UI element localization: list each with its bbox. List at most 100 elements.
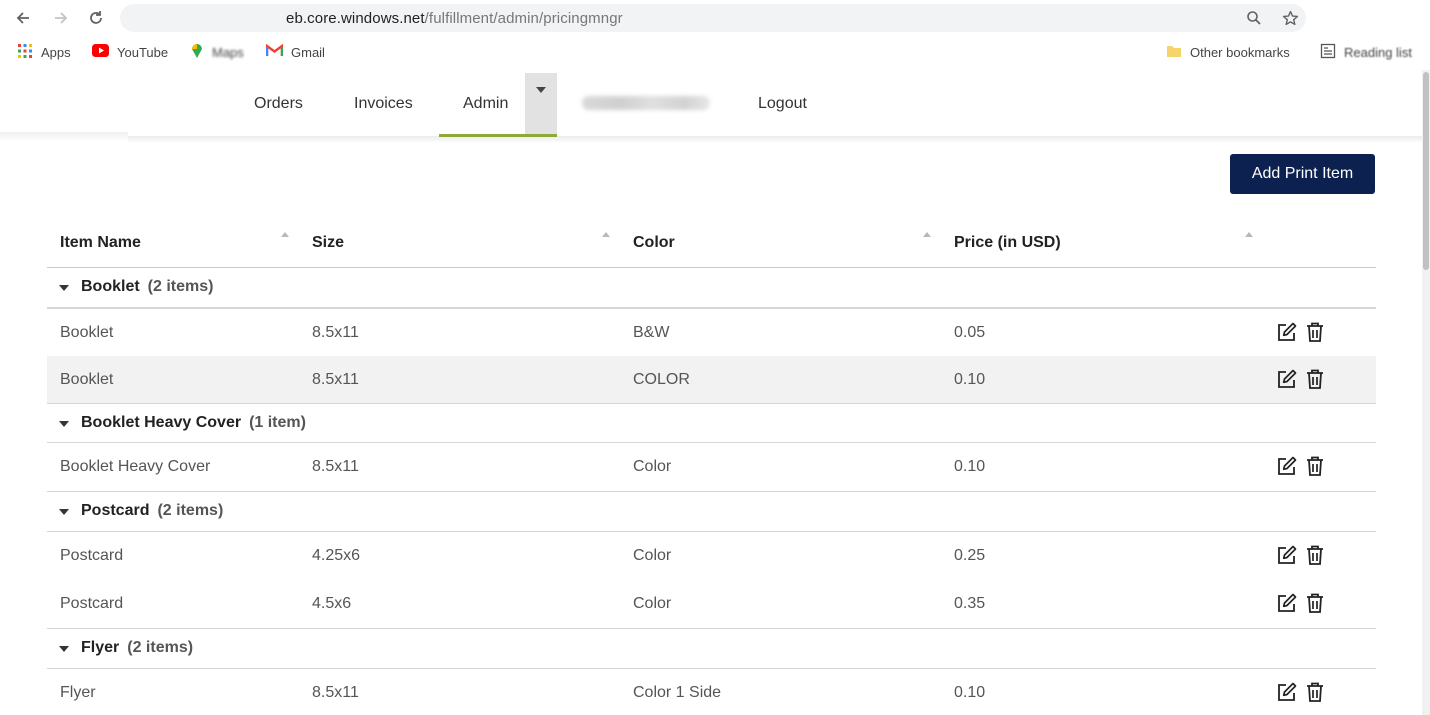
admin-dropdown-toggle[interactable] [525, 73, 557, 134]
pricing-grid: Item Name Size Color Price (in USD) Book… [47, 220, 1376, 715]
edit-icon[interactable] [1276, 592, 1298, 614]
star-icon[interactable] [1278, 6, 1302, 30]
nav-logout[interactable]: Logout [758, 95, 807, 113]
cell-price: 0.10 [954, 684, 986, 701]
trash-icon[interactable] [1304, 321, 1326, 343]
table-row[interactable]: Flyer 8.5x11 Color 1 Side 0.10 [47, 669, 1376, 715]
cell-size: 8.5x11 [312, 324, 359, 341]
group-count: (1 item) [249, 414, 306, 431]
column-header-color[interactable]: Color [633, 234, 675, 252]
forward-arrow-icon[interactable] [48, 5, 74, 31]
browser-toolbar: eb.core.windows.net/fulfillment/admin/pr… [0, 0, 1430, 36]
group-count: (2 items) [147, 278, 214, 295]
other-bookmarks-label: Other bookmarks [1190, 44, 1290, 60]
reload-icon[interactable] [83, 5, 109, 31]
cell-size: 8.5x11 [312, 458, 359, 475]
bookmark-youtube[interactable]: YouTube [92, 43, 168, 61]
collapse-caret-icon[interactable] [59, 285, 69, 291]
cell-item-name: Flyer [60, 684, 96, 701]
reading-list[interactable]: Reading list [1320, 43, 1412, 61]
column-header-item-name[interactable]: Item Name [60, 234, 141, 252]
scrollbar[interactable] [1422, 70, 1430, 715]
group-name: Booklet [81, 278, 140, 295]
group-label: Postcard (2 items) [81, 502, 223, 520]
edit-icon[interactable] [1276, 544, 1298, 566]
group-row: Flyer (2 items) [47, 629, 1376, 669]
user-name-redacted[interactable] [582, 96, 710, 110]
edit-icon[interactable] [1276, 681, 1298, 703]
nav-invoices[interactable]: Invoices [354, 95, 413, 113]
zoom-icon[interactable] [1242, 6, 1266, 30]
bookmarks-bar: Apps YouTube Maps Gmail Other bookmarks … [0, 36, 1430, 66]
group-label: Booklet (2 items) [81, 278, 213, 296]
other-bookmarks[interactable]: Other bookmarks [1166, 43, 1290, 61]
table-row[interactable]: Postcard 4.25x6 Color 0.25 [47, 532, 1376, 580]
cell-color: Color 1 Side [633, 684, 722, 701]
url-host: eb.core.windows.net [286, 10, 425, 27]
group-name: Booklet Heavy Cover [81, 414, 242, 431]
nav-orders[interactable]: Orders [254, 95, 303, 113]
group-count: (2 items) [127, 639, 194, 656]
nav-admin[interactable]: Admin [463, 95, 508, 113]
cell-color: B&W [633, 324, 670, 341]
sort-arrow-icon[interactable] [923, 232, 931, 237]
bookmark-label: YouTube [117, 44, 169, 60]
edit-icon[interactable] [1276, 321, 1298, 343]
cell-item-name: Booklet Heavy Cover [60, 458, 211, 475]
trash-icon[interactable] [1304, 544, 1326, 566]
table-header: Item Name Size Color Price (in USD) [47, 220, 1376, 268]
edit-icon[interactable] [1276, 455, 1298, 477]
address-bar[interactable]: eb.core.windows.net/fulfillment/admin/pr… [120, 4, 1306, 32]
trash-icon[interactable] [1304, 455, 1326, 477]
cell-size: 8.5x11 [312, 371, 359, 388]
header-shadow-left [0, 132, 128, 142]
sort-arrow-icon[interactable] [1245, 232, 1253, 237]
gmail-icon [265, 43, 284, 60]
cell-price: 0.05 [954, 324, 986, 341]
bookmark-label: Gmail [291, 44, 325, 60]
collapse-caret-icon[interactable] [59, 509, 69, 515]
bookmark-maps[interactable]: Maps [190, 43, 244, 61]
column-header-size[interactable]: Size [312, 234, 344, 252]
sort-arrow-icon[interactable] [281, 232, 289, 237]
trash-icon[interactable] [1304, 681, 1326, 703]
cell-item-name: Booklet [60, 371, 114, 388]
group-row: Booklet Heavy Cover (1 item) [47, 404, 1376, 443]
bookmark-label: Maps [212, 44, 244, 60]
bookmark-gmail[interactable]: Gmail [265, 43, 325, 61]
table-row[interactable]: Postcard 4.5x6 Color 0.35 [47, 580, 1376, 629]
table-row[interactable]: Booklet Heavy Cover 8.5x11 Color 0.10 [47, 443, 1376, 492]
reading-list-icon [1320, 43, 1336, 62]
table-row[interactable]: Booklet 8.5x11 COLOR 0.10 [47, 356, 1376, 404]
cell-price: 0.10 [954, 458, 986, 475]
cell-price: 0.25 [954, 547, 986, 564]
group-name: Flyer [81, 639, 120, 656]
group-label: Flyer (2 items) [81, 639, 193, 657]
collapse-caret-icon[interactable] [59, 421, 69, 427]
cell-item-name: Postcard [60, 595, 124, 612]
cell-color: Color [633, 547, 672, 564]
trash-icon[interactable] [1304, 592, 1326, 614]
cell-size: 4.25x6 [312, 547, 361, 564]
reading-list-label: Reading list [1344, 44, 1412, 60]
collapse-caret-icon[interactable] [59, 646, 69, 652]
url-text: eb.core.windows.net/fulfillment/admin/pr… [286, 10, 623, 27]
bookmark-apps[interactable]: Apps [17, 43, 71, 61]
cell-item-name: Booklet [60, 324, 114, 341]
scrollbar-thumb[interactable] [1423, 72, 1429, 270]
cell-size: 4.5x6 [312, 595, 352, 612]
table-row[interactable]: Booklet 8.5x11 B&W 0.05 [47, 308, 1376, 356]
apps-grid-icon [17, 43, 33, 62]
sort-arrow-icon[interactable] [602, 232, 610, 237]
cell-color: Color [633, 458, 672, 475]
cell-color: COLOR [633, 371, 690, 388]
column-header-price[interactable]: Price (in USD) [954, 234, 1061, 252]
edit-icon[interactable] [1276, 368, 1298, 390]
group-row: Postcard (2 items) [47, 492, 1376, 532]
add-print-item-button[interactable]: Add Print Item [1230, 154, 1375, 194]
back-arrow-icon[interactable] [10, 5, 36, 31]
cell-color: Color [633, 595, 672, 612]
chevron-down-icon [536, 86, 546, 93]
group-count: (2 items) [157, 502, 224, 519]
trash-icon[interactable] [1304, 368, 1326, 390]
